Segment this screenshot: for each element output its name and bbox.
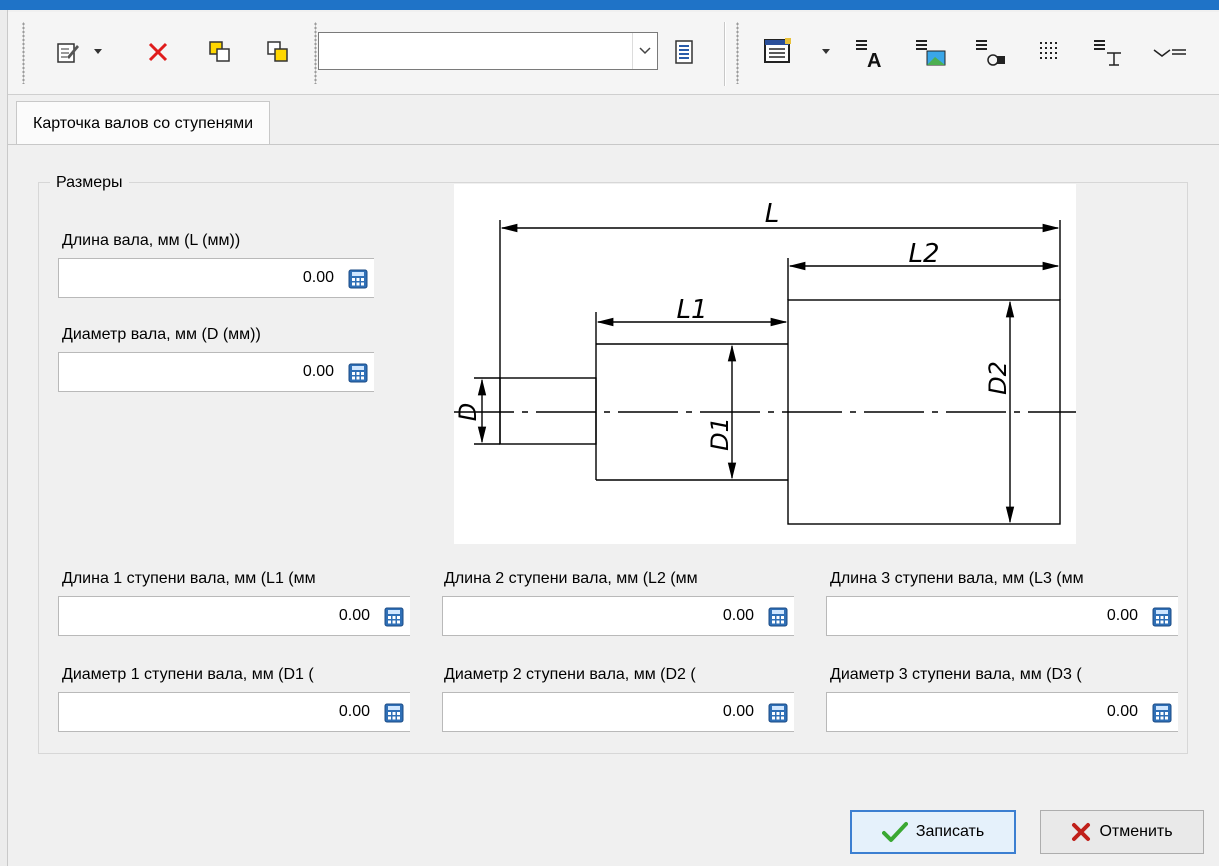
- diameter1-value: 0.00: [338, 703, 370, 720]
- diameter3-label: Диаметр 3 ступени вала, мм (D3 (: [830, 666, 1082, 683]
- dim-label-L1: L1: [676, 295, 707, 325]
- cross-icon: [1072, 823, 1091, 841]
- length3-label: Длина 3 ступени вала, мм (L3 (мм: [830, 570, 1084, 587]
- length3-field[interactable]: 0.00: [826, 596, 1178, 636]
- dim-label-L: L: [765, 199, 780, 229]
- copy-down-icon[interactable]: [260, 34, 296, 70]
- cancel-button-label: Отменить: [1099, 823, 1173, 840]
- groupbox-title: Размеры: [50, 174, 129, 192]
- diameter3-value: 0.00: [1106, 703, 1138, 720]
- grid-icon[interactable]: [1032, 34, 1068, 70]
- window-left-edge: [0, 10, 8, 866]
- length2-label: Длина 2 ступени вала, мм (L2 (мм: [444, 570, 698, 587]
- diameter-label: Диаметр вала, мм (D (мм)): [62, 326, 261, 343]
- tab-shaft-card[interactable]: Карточка валов со ступенями: [16, 101, 271, 145]
- diameter2-label: Диаметр 2 ступени вала, мм (D2 (: [444, 666, 696, 683]
- copy-up-icon[interactable]: [202, 34, 238, 70]
- length-value: 0.00: [302, 269, 334, 286]
- toolbar-grip-3[interactable]: [736, 22, 739, 84]
- length-label: Длина вала, мм (L (мм)): [62, 232, 241, 249]
- text-format-icon[interactable]: [1090, 34, 1126, 70]
- cancel-button[interactable]: Отменить: [1040, 810, 1204, 854]
- length-field[interactable]: 0.00: [58, 258, 374, 298]
- chevron-down-icon[interactable]: [632, 33, 657, 69]
- dim-label-D2: D2: [984, 361, 1012, 395]
- calculator-icon[interactable]: [768, 607, 788, 627]
- list-icon[interactable]: [666, 34, 702, 70]
- diameter-value: 0.00: [302, 363, 334, 380]
- save-button-label: Записать: [915, 823, 985, 840]
- shaft-drawing: L L2 L1 D D1 D2: [454, 184, 1076, 544]
- length1-value: 0.00: [338, 607, 370, 624]
- calculator-icon[interactable]: [384, 607, 404, 627]
- diameter1-field[interactable]: 0.00: [58, 692, 410, 732]
- length1-field[interactable]: 0.00: [58, 596, 410, 636]
- dropdown-arrow-icon[interactable]: [92, 44, 104, 58]
- length2-value: 0.00: [722, 607, 754, 624]
- svg-text:A: A: [867, 50, 881, 69]
- diameter1-label: Диаметр 1 ступени вала, мм (D1 (: [62, 666, 314, 683]
- delete-icon[interactable]: [140, 34, 176, 70]
- diameter-field[interactable]: 0.00: [58, 352, 374, 392]
- length3-value: 0.00: [1106, 607, 1138, 624]
- checkmark-icon: [881, 822, 908, 842]
- calculator-icon[interactable]: [1152, 607, 1172, 627]
- toolbar-separator: [724, 22, 726, 86]
- diameter2-value: 0.00: [722, 703, 754, 720]
- tab-label: Карточка валов со ступенями: [33, 114, 254, 132]
- text-a-icon[interactable]: A: [852, 34, 888, 70]
- calculator-icon[interactable]: [348, 269, 368, 289]
- calculator-icon[interactable]: [768, 703, 788, 723]
- toolbar-grip[interactable]: [22, 22, 25, 84]
- shapes-icon[interactable]: [972, 34, 1008, 70]
- dim-label-D: D: [454, 403, 482, 421]
- window-title-bar-accent: [0, 0, 1219, 10]
- calculator-icon[interactable]: [348, 363, 368, 383]
- toolbar-grip-2[interactable]: [314, 22, 317, 84]
- tab-strip: Карточка валов со ступенями: [8, 95, 1219, 145]
- dialog-footer: [8, 782, 1219, 866]
- calculator-icon[interactable]: [1152, 703, 1172, 723]
- edit-icon[interactable]: [50, 34, 86, 70]
- length1-label: Длина 1 ступени вала, мм (L1 (мм: [62, 570, 316, 587]
- dim-label-L2: L2: [908, 239, 939, 269]
- diameter2-field[interactable]: 0.00: [442, 692, 794, 732]
- record-select-combobox[interactable]: [318, 32, 658, 70]
- toolbar: A: [8, 12, 1219, 95]
- picture-icon[interactable]: [912, 34, 948, 70]
- table-view-icon[interactable]: [760, 34, 796, 70]
- diameter3-field[interactable]: 0.00: [826, 692, 1178, 732]
- save-button[interactable]: Записать: [850, 810, 1016, 854]
- length2-field[interactable]: 0.00: [442, 596, 794, 636]
- dropdown-arrow-icon[interactable]: [820, 44, 832, 58]
- dim-label-D1: D1: [706, 417, 734, 451]
- calculator-icon[interactable]: [384, 703, 404, 723]
- line-style-icon[interactable]: [1152, 34, 1188, 70]
